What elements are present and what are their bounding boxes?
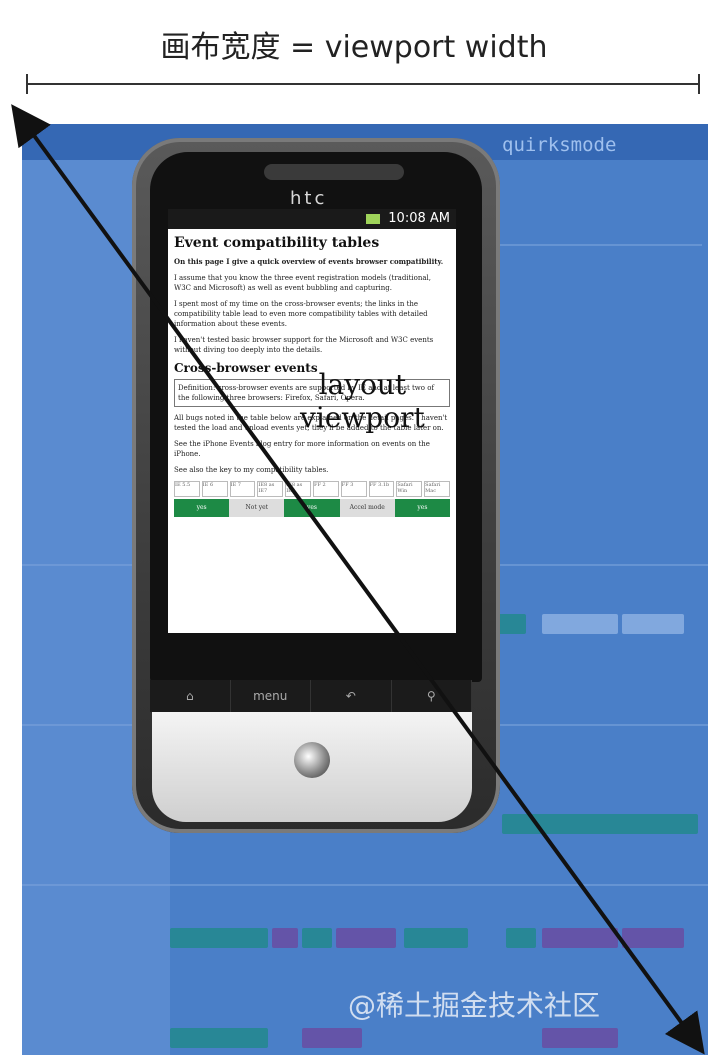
canvas-divider (22, 884, 708, 886)
browser-header-row: IE 5.5 IE 6 IE 7 IE8 as IE7 IE8 as IE8 FF 2 FF… (174, 481, 450, 497)
paragraph: I spent most of my time on the cross-bro… (174, 300, 428, 328)
width-rule-line (26, 83, 700, 85)
browser-header-cell: IE 7 (229, 481, 256, 497)
browser-header-cell: FF 2 (312, 481, 339, 497)
paragraph: I haven't tested basic browser support f… (174, 336, 434, 354)
layout-viewport-label-line1: layout (318, 368, 407, 401)
width-rule-right-tick (698, 74, 700, 94)
search-key-icon: ⚲ (392, 680, 472, 712)
layout-viewport-label: layout viewport (300, 368, 425, 434)
canvas-cell (542, 614, 618, 634)
status-time: 10:08 AM (388, 211, 450, 226)
canvas-cell (542, 928, 618, 948)
support-cell: yes (284, 499, 340, 517)
phone-status-bar: 10:08 AM (168, 209, 456, 229)
support-cell: yes (394, 499, 451, 517)
paragraph: See the iPhone Events blog entry for mor… (174, 440, 430, 458)
intro-paragraph: On this page I give a quick overview of … (174, 257, 444, 266)
layout-viewport-label-line2: viewport (300, 401, 425, 434)
canvas-cell (622, 928, 684, 948)
browser-header-cell: FF 3.1b (368, 481, 395, 497)
support-cell: yes (174, 499, 230, 517)
canvas-cell (170, 928, 268, 948)
phone-brand-logo: htc (290, 188, 328, 209)
back-key-icon: ↶ (311, 680, 392, 712)
paragraph: See also the key to my compatibility tab… (174, 466, 329, 474)
canvas-cell (336, 928, 396, 948)
support-cell: Not yet (229, 499, 285, 517)
canvas-cell (404, 928, 468, 948)
canvas-cell (170, 1028, 268, 1048)
canvas-cell (272, 928, 298, 948)
canvas-cell (302, 1028, 362, 1048)
home-key-icon: ⌂ (150, 680, 231, 712)
canvas-site-title: quirksmode (502, 134, 617, 156)
trackball-icon (294, 742, 330, 778)
support-row: yes Not yet yes Accel mode yes (174, 499, 451, 517)
phone-earpiece (264, 164, 404, 180)
phone-hardware-keys: ⌂ menu ↶ ⚲ (150, 680, 472, 712)
canvas-cell (622, 614, 684, 634)
paragraph: I assume that you know the three event r… (174, 274, 431, 292)
canvas-cell (542, 1028, 618, 1048)
page-heading: Event compatibility tables (174, 235, 380, 251)
watermark: @稀土掘金技术社区 (348, 989, 601, 1022)
width-rule-left-tick (26, 74, 28, 94)
browser-header-cell: FF 3 (340, 481, 367, 497)
browser-header-cell: IE 5.5 (174, 481, 200, 497)
diagram-title: 画布宽度 = viewport width (160, 30, 548, 65)
browser-header-cell: IE8 as IE7 (257, 481, 284, 497)
viewport-width-rule (26, 74, 700, 94)
menu-key: menu (231, 680, 311, 712)
browser-header-cell: Safari Win (396, 481, 423, 497)
canvas-cell (302, 928, 332, 948)
browser-header-cell: Safari Mac (424, 481, 450, 497)
canvas-cell (502, 814, 698, 834)
canvas-cell (506, 928, 536, 948)
support-cell: Accel mode (339, 499, 395, 517)
battery-icon (366, 213, 381, 224)
browser-header-cell: IE 6 (201, 481, 228, 497)
browser-header-cell: IE8 as IE8 (285, 481, 311, 497)
